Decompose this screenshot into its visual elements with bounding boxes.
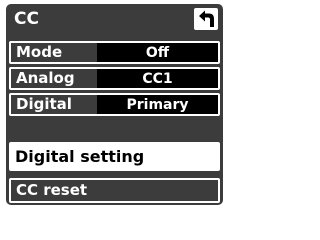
back-arrow-icon <box>199 10 214 27</box>
cc-screen: CC Mode Off Analog CC1 Digital Primary D… <box>6 4 223 205</box>
digital-setting-button[interactable]: Digital setting <box>9 142 220 171</box>
mode-value[interactable]: Off <box>97 43 218 62</box>
analog-value[interactable]: CC1 <box>97 69 218 88</box>
mode-label: Mode <box>11 43 97 62</box>
title-bar: CC <box>6 4 223 37</box>
digital-label: Digital <box>11 95 97 114</box>
analog-setting-row[interactable]: Analog CC1 <box>9 67 220 90</box>
cc-reset-button[interactable]: CC reset <box>9 178 220 203</box>
back-button[interactable] <box>194 8 218 30</box>
mode-setting-row[interactable]: Mode Off <box>9 41 220 64</box>
digital-value[interactable]: Primary <box>97 95 218 114</box>
screen-title: CC <box>14 9 39 29</box>
analog-label: Analog <box>11 69 97 88</box>
digital-setting-row[interactable]: Digital Primary <box>9 93 220 116</box>
